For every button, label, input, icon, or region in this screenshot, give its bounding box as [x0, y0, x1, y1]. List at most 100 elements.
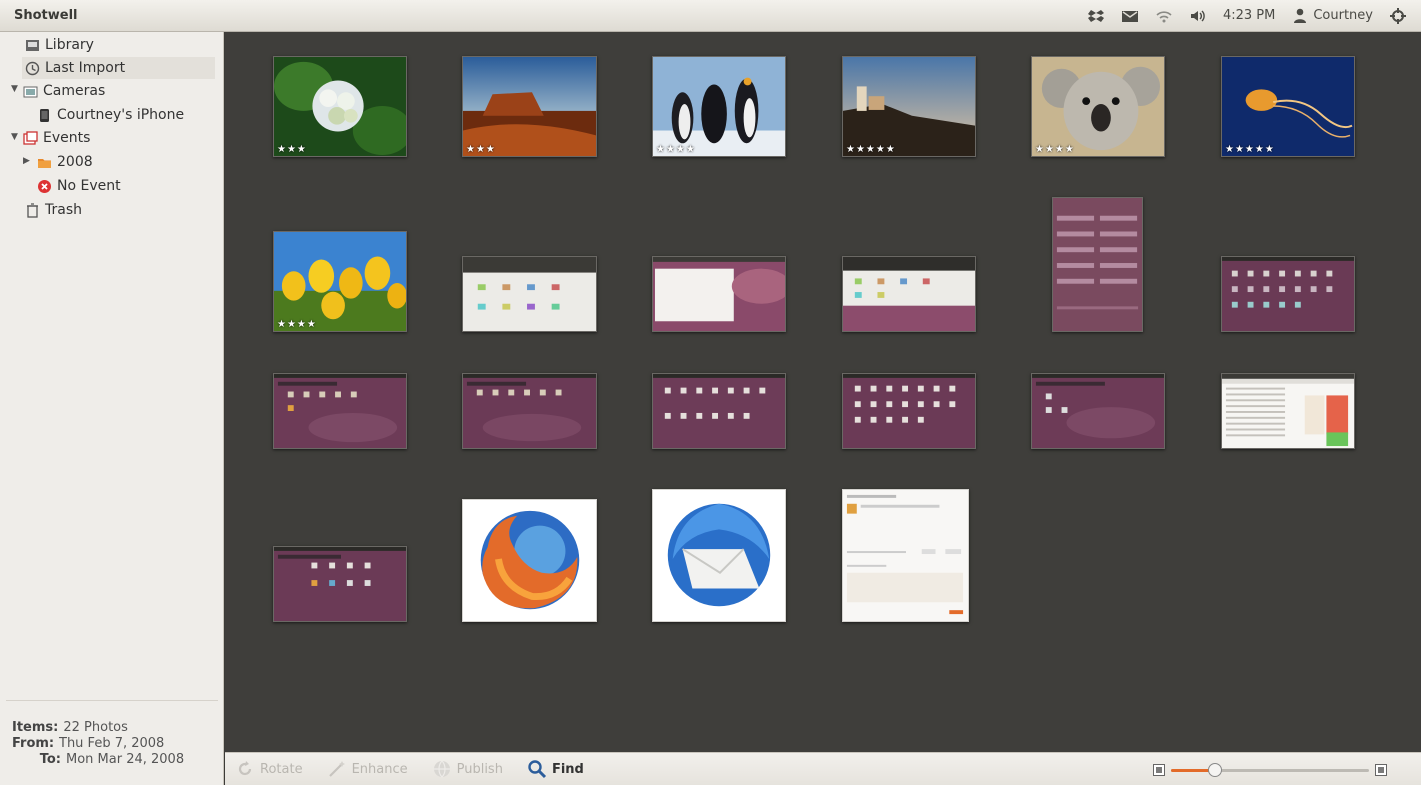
sidebar-item-library[interactable]: Library	[25, 34, 215, 56]
volume-icon[interactable]	[1189, 7, 1207, 25]
sidebar-item-trash[interactable]: Trash	[25, 199, 215, 221]
photo-thumbnail[interactable]	[1221, 373, 1355, 449]
photo-thumbnail[interactable]	[273, 546, 407, 622]
screenshot-light-image	[463, 257, 596, 331]
no-event-icon	[37, 179, 52, 194]
screenshot-dialog-image	[843, 490, 968, 621]
lighthouse-image	[843, 57, 975, 156]
photo-thumbnail[interactable]	[842, 373, 976, 449]
photo-thumbnail[interactable]: ★★★★	[1031, 56, 1165, 157]
trash-icon	[25, 202, 40, 218]
photo-thumbnail[interactable]	[652, 373, 786, 449]
sidebar-item-no-event[interactable]: No Event	[37, 175, 217, 197]
rotate-button[interactable]: Rotate	[235, 759, 303, 779]
rating-stars: ★★★★	[277, 319, 317, 330]
publish-globe-icon	[433, 760, 450, 778]
screenshot-dark-4-image	[274, 547, 406, 621]
screenshot-icons-2-image	[653, 374, 785, 448]
photo-thumbnail[interactable]: ★★★★	[273, 231, 407, 332]
expander-cameras-icon[interactable]: ▼	[11, 84, 18, 94]
stat-to-value: Mon Mar 24, 2008	[66, 752, 185, 767]
zoom-in-icon[interactable]	[1375, 764, 1387, 776]
sidebar-item-label: Library	[45, 37, 94, 53]
penguins-image	[653, 57, 785, 156]
photo-thumbnail[interactable]	[842, 489, 969, 622]
photo-thumbnail[interactable]: ★★★★★	[842, 56, 976, 157]
screenshot-dark-2-image	[463, 374, 596, 448]
photo-thumbnail[interactable]	[462, 256, 597, 332]
power-icon[interactable]	[1389, 7, 1407, 25]
photo-thumbnail[interactable]	[652, 489, 786, 622]
search-icon	[528, 760, 547, 779]
screenshot-icons-3-image	[843, 374, 975, 448]
user-icon	[1291, 7, 1309, 25]
dropbox-icon[interactable]	[1087, 7, 1105, 25]
camera-icon	[23, 84, 38, 99]
stat-items: Items: 22 Photos	[12, 720, 223, 736]
photo-thumbnail[interactable]: ★★★★★	[1221, 56, 1355, 157]
publish-label: Publish	[456, 761, 503, 777]
photo-thumbnail[interactable]: ★★★	[462, 56, 597, 157]
sidebar-item-label: Events	[43, 130, 91, 146]
wifi-icon[interactable]	[1155, 7, 1173, 25]
screenshot-icons-image	[1222, 257, 1354, 331]
stat-to-label: To:	[39, 752, 61, 767]
rotate-icon	[238, 761, 252, 776]
photo-thumbnail[interactable]	[462, 373, 597, 449]
zoom-slider[interactable]	[1153, 762, 1389, 778]
photo-thumbnail[interactable]	[842, 256, 976, 332]
photo-thumbnail[interactable]	[1221, 256, 1355, 332]
screenshot-dark-1-image	[274, 374, 406, 448]
screenshot-dark-3-image	[1032, 374, 1164, 448]
zoom-out-icon[interactable]	[1153, 764, 1165, 776]
rating-stars: ★★★★	[656, 144, 696, 155]
mail-icon[interactable]	[1121, 7, 1139, 25]
publish-button[interactable]: Publish	[432, 759, 503, 779]
user-name: Courtney	[1313, 8, 1373, 23]
photo-thumbnail[interactable]	[273, 373, 407, 449]
top-panel: Shotwell 4:23 PM Courtney	[0, 0, 1421, 32]
expander-2008-icon[interactable]: ▶	[23, 156, 30, 166]
thunderbird-logo-image	[653, 490, 785, 621]
find-label: Find	[551, 761, 584, 777]
screenshot-window-image	[653, 257, 785, 331]
enhance-button[interactable]: Enhance	[327, 759, 408, 779]
sidebar: Library Last Import ▼ Cameras Courtney's…	[0, 32, 224, 785]
sidebar-item-cameras[interactable]: Cameras	[23, 80, 213, 102]
library-icon	[25, 38, 40, 53]
photo-thumbnail[interactable]: ★★★	[273, 56, 407, 157]
stat-from: From: Thu Feb 7, 2008	[12, 736, 223, 752]
stat-to: To: Mon Mar 24, 2008	[12, 752, 223, 768]
rating-stars: ★★★	[466, 144, 496, 155]
photo-thumbnail[interactable]	[1031, 373, 1165, 449]
koala-image	[1032, 57, 1164, 156]
stats-panel: Items: 22 Photos From: Thu Feb 7, 2008 T…	[0, 702, 223, 785]
sidebar-tree: Library Last Import ▼ Cameras Courtney's…	[0, 32, 223, 700]
clock[interactable]: 4:23 PM	[1223, 8, 1275, 23]
photo-grid: ★★★ ★★★ ★★★★ ★★★★★ ★★★★ ★★★★★ ★★★★	[225, 32, 1421, 752]
sidebar-item-label: 2008	[57, 154, 93, 170]
screenshot-tall-image	[1053, 198, 1142, 331]
find-button[interactable]: Find	[527, 759, 584, 779]
rating-stars: ★★★	[277, 144, 307, 155]
sidebar-item-label: Last Import	[45, 60, 126, 76]
photo-thumbnail[interactable]	[462, 499, 597, 622]
sidebar-item-label: No Event	[57, 178, 121, 194]
folder-icon	[37, 155, 52, 170]
jellyfish-image	[1222, 57, 1354, 156]
firefox-logo-image	[463, 500, 596, 621]
photo-thumbnail[interactable]	[652, 256, 786, 332]
sidebar-item-last-import[interactable]: Last Import	[22, 57, 215, 79]
zoom-track[interactable]	[1171, 763, 1369, 777]
photo-thumbnail[interactable]	[1052, 197, 1143, 332]
sidebar-item-2008[interactable]: 2008	[37, 151, 217, 173]
photo-thumbnail[interactable]: ★★★★	[652, 56, 786, 157]
expander-events-icon[interactable]: ▼	[11, 132, 18, 142]
zoom-handle[interactable]	[1207, 763, 1222, 777]
events-icon	[23, 130, 38, 146]
sidebar-item-events[interactable]: Events	[23, 127, 213, 149]
hydrangea-image	[274, 57, 406, 156]
sidebar-item-iphone[interactable]: Courtney's iPhone	[37, 104, 217, 126]
bottom-toolbar: Rotate Enhance Publish Find	[225, 752, 1421, 785]
user-menu[interactable]: Courtney	[1291, 7, 1373, 25]
